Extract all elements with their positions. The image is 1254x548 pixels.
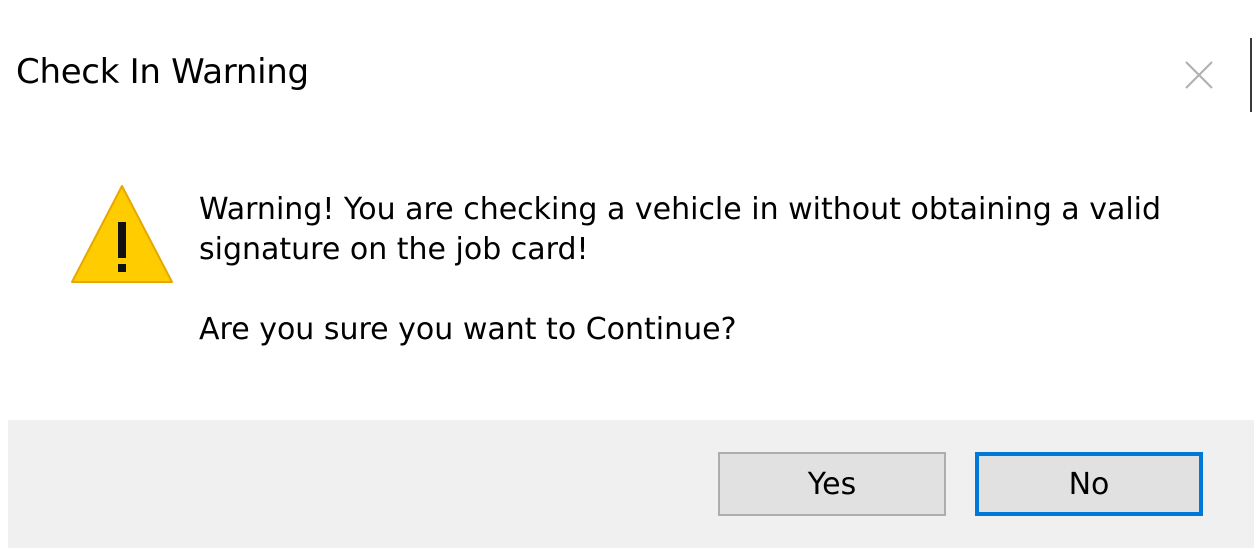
message-area: Warning! You are checking a vehicle in w…	[199, 190, 1219, 350]
title-bar: Check In Warning	[0, 0, 1254, 150]
no-button[interactable]: No	[975, 452, 1203, 516]
warning-triangle-icon	[71, 185, 173, 283]
close-button[interactable]	[1172, 48, 1226, 102]
dialog-title: Check In Warning	[16, 52, 309, 92]
close-icon	[1185, 61, 1213, 89]
window-edge	[1250, 38, 1252, 112]
yes-button[interactable]: Yes	[718, 452, 946, 516]
check-in-warning-dialog: Check In Warning Warning! You are checki…	[0, 0, 1254, 548]
confirm-question: Are you sure you want to Continue?	[199, 312, 737, 347]
warning-message: Warning! You are checking a vehicle in w…	[199, 192, 1162, 267]
